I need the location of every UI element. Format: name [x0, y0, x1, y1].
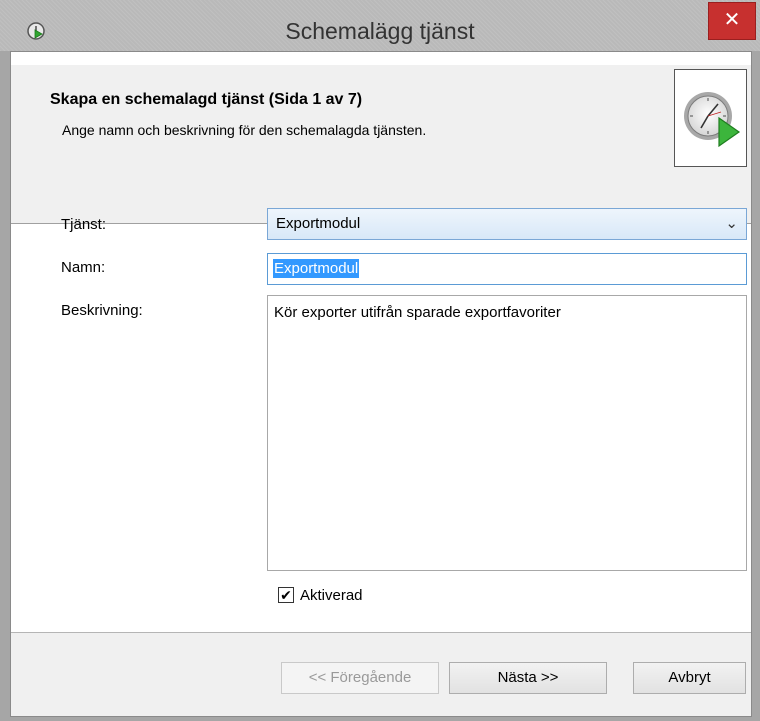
- chevron-down-icon: ⌄: [725, 215, 738, 232]
- wizard-icon-frame: [674, 69, 747, 167]
- previous-button[interactable]: << Föregående: [281, 662, 439, 694]
- service-select-value: Exportmodul: [276, 215, 361, 232]
- clock-play-icon: [684, 92, 741, 148]
- next-button[interactable]: Nästa >>: [449, 662, 607, 694]
- dialog-content: Skapa en schemalagd tjänst (Sida 1 av 7)…: [10, 51, 752, 717]
- title-bar[interactable]: Schemalägg tjänst ✕: [0, 0, 760, 51]
- wizard-title: Skapa en schemalagd tjänst (Sida 1 av 7): [50, 91, 363, 108]
- enabled-checkbox-row[interactable]: ✔ Aktiverad: [278, 584, 363, 606]
- description-label: Beskrivning:: [61, 302, 143, 319]
- enabled-label: Aktiverad: [300, 586, 363, 604]
- service-label: Tjänst:: [61, 216, 107, 233]
- wizard-header: Skapa en schemalagd tjänst (Sida 1 av 7)…: [11, 64, 751, 224]
- cancel-button[interactable]: Avbryt: [633, 662, 746, 694]
- wizard-subtitle: Ange namn och beskrivning för den schema…: [62, 122, 427, 138]
- service-select[interactable]: Exportmodul ⌄: [267, 208, 747, 240]
- window-title: Schemalägg tjänst: [285, 18, 475, 44]
- close-button[interactable]: ✕: [708, 2, 756, 40]
- wizard-footer: << Föregående Nästa >> Avbryt: [11, 632, 751, 716]
- name-input-value: Exportmodul: [273, 259, 360, 278]
- enabled-checkbox[interactable]: ✔: [278, 587, 294, 603]
- name-label: Namn:: [61, 259, 106, 276]
- dialog-window: Schemalägg tjänst ✕ Skapa en schemalagd …: [0, 0, 760, 721]
- name-input[interactable]: Exportmodul: [267, 253, 747, 285]
- description-textarea[interactable]: Kör exporter utifrån sparade exportfavor…: [267, 295, 747, 571]
